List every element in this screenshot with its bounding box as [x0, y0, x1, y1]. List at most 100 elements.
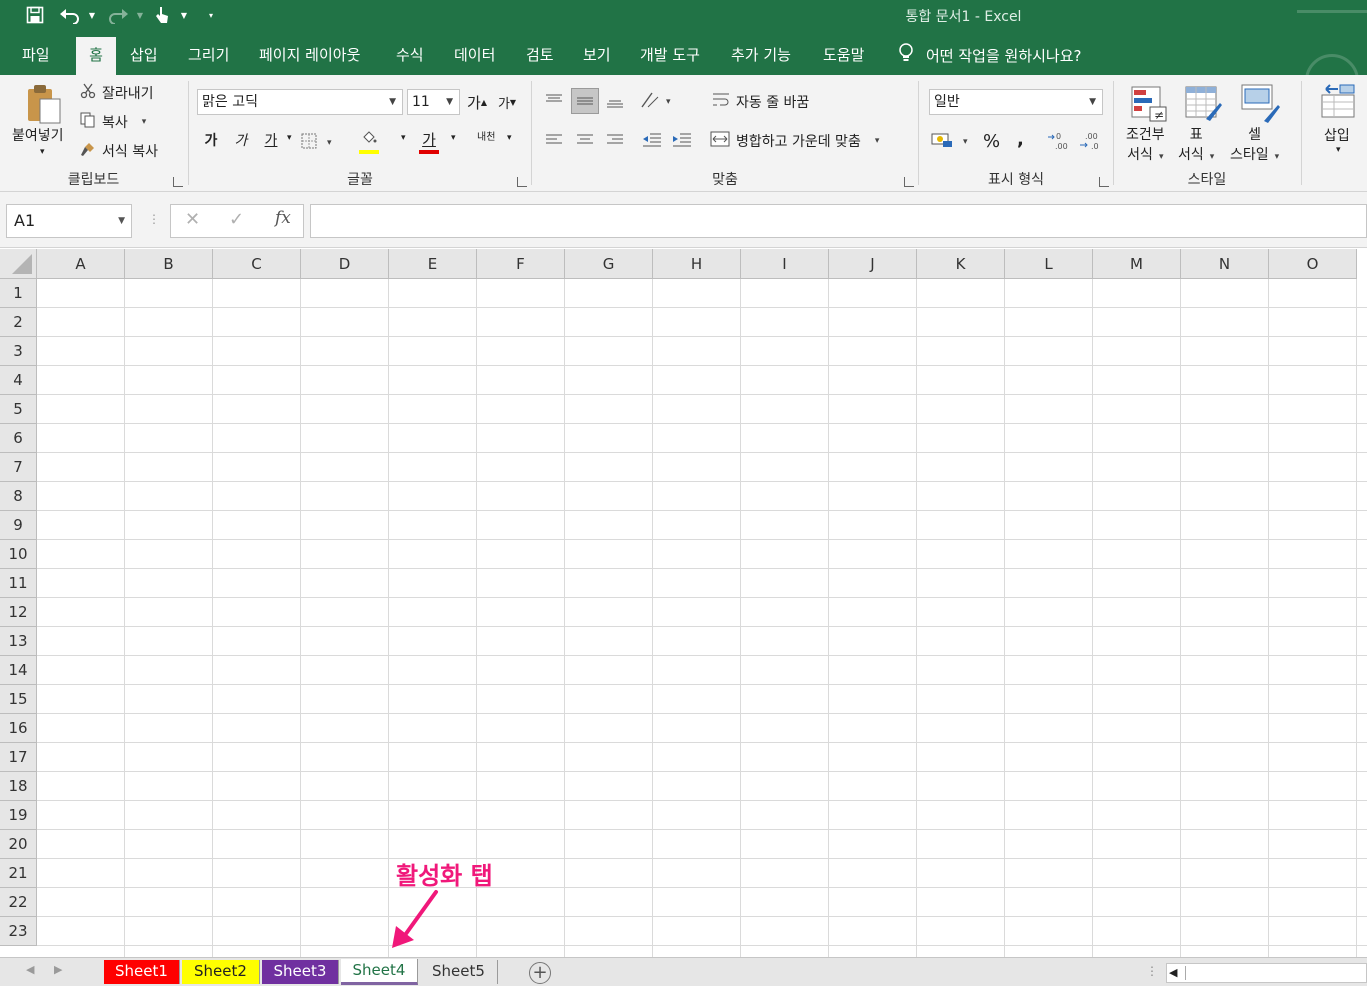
- column-header[interactable]: L: [1005, 249, 1093, 279]
- add-sheet-button[interactable]: +: [529, 962, 551, 984]
- conditional-formatting-button[interactable]: 조건부 서식 ▾: [1126, 125, 1165, 167]
- align-center-icon[interactable]: [571, 127, 599, 153]
- column-header[interactable]: E: [389, 249, 477, 279]
- tell-me-search[interactable]: 어떤 작업을 원하시나요?: [898, 37, 1082, 73]
- row-header[interactable]: 12: [0, 598, 37, 627]
- phonetic-dropdown-icon[interactable]: ▾: [507, 133, 512, 143]
- column-header[interactable]: G: [565, 249, 653, 279]
- tab-split-grip-icon[interactable]: ⋮: [1146, 964, 1158, 978]
- merge-center-button[interactable]: 병합하고 가운데 맞춤 ▾: [710, 130, 879, 152]
- phonetic-guide-button[interactable]: 내천: [477, 133, 495, 143]
- scrollbar-thumb[interactable]: [1185, 966, 1363, 980]
- cell-styles-button[interactable]: 셀 스타일 ▾: [1230, 125, 1279, 167]
- row-header[interactable]: 18: [0, 772, 37, 801]
- formula-bar-splitter[interactable]: ⋮: [148, 212, 160, 226]
- select-all-button[interactable]: [0, 249, 37, 279]
- tab-draw[interactable]: 그리기: [178, 37, 239, 75]
- row-header[interactable]: 2: [0, 308, 37, 337]
- row-header[interactable]: 10: [0, 540, 37, 569]
- increase-indent-icon[interactable]: [668, 127, 696, 153]
- tab-page-layout[interactable]: 페이지 레이아웃: [249, 37, 370, 75]
- row-header[interactable]: 9: [0, 511, 37, 540]
- increase-decimal-icon[interactable]: 0.00: [1047, 131, 1069, 151]
- cut-button[interactable]: 잘라내기: [80, 83, 154, 103]
- row-header[interactable]: 16: [0, 714, 37, 743]
- alignment-launcher-icon[interactable]: [904, 177, 914, 187]
- row-header[interactable]: 8: [0, 482, 37, 511]
- tab-file[interactable]: 파일: [12, 37, 60, 75]
- column-header[interactable]: M: [1093, 249, 1181, 279]
- format-as-table-icon[interactable]: [1184, 85, 1222, 123]
- align-left-icon[interactable]: [540, 127, 568, 153]
- row-header[interactable]: 6: [0, 424, 37, 453]
- tab-view[interactable]: 보기: [573, 37, 621, 75]
- column-header[interactable]: B: [125, 249, 213, 279]
- column-header[interactable]: I: [741, 249, 829, 279]
- row-header[interactable]: 17: [0, 743, 37, 772]
- shrink-font-button[interactable]: 가 ▼: [493, 89, 521, 115]
- bold-button[interactable]: 가: [197, 127, 225, 153]
- column-header[interactable]: N: [1181, 249, 1269, 279]
- insert-dropdown-icon[interactable]: ▾: [1336, 145, 1341, 155]
- comma-style-button[interactable]: ,: [1017, 129, 1024, 150]
- insert-function-button[interactable]: fx: [275, 208, 291, 228]
- align-top-icon[interactable]: [540, 88, 568, 114]
- row-header[interactable]: 13: [0, 627, 37, 656]
- column-header[interactable]: K: [917, 249, 1005, 279]
- align-middle-icon[interactable]: [571, 88, 599, 114]
- paste-icon[interactable]: [24, 83, 62, 125]
- insert-cells-button[interactable]: 삽입: [1324, 125, 1350, 145]
- next-sheet-icon[interactable]: ▶: [54, 963, 62, 976]
- row-header[interactable]: 4: [0, 366, 37, 395]
- borders-button[interactable]: ▾: [301, 133, 332, 153]
- underline-dropdown-icon[interactable]: ▾: [287, 133, 292, 143]
- column-header[interactable]: C: [213, 249, 301, 279]
- conditional-formatting-icon[interactable]: ≠: [1130, 85, 1168, 123]
- formula-input[interactable]: [310, 204, 1367, 238]
- orientation-button[interactable]: ▾: [640, 91, 671, 113]
- sheet-tab-sheet4[interactable]: Sheet4: [341, 959, 418, 985]
- font-name-combobox[interactable]: 맑은 고딕 ▼: [197, 89, 403, 115]
- column-header[interactable]: O: [1269, 249, 1357, 279]
- format-painter-button[interactable]: 서식 복사: [80, 141, 158, 161]
- paste-button[interactable]: 붙여넣기: [12, 125, 64, 145]
- fill-color-dropdown-icon[interactable]: ▾: [401, 133, 406, 143]
- tab-home[interactable]: 홈: [76, 37, 116, 75]
- column-header[interactable]: A: [37, 249, 125, 279]
- tab-data[interactable]: 데이터: [444, 37, 505, 75]
- grow-font-button[interactable]: 가 ▲: [463, 89, 491, 115]
- align-bottom-icon[interactable]: [601, 88, 629, 114]
- cell-area[interactable]: [37, 279, 1367, 957]
- tab-review[interactable]: 검토: [516, 37, 564, 75]
- column-header[interactable]: F: [477, 249, 565, 279]
- column-header[interactable]: J: [829, 249, 917, 279]
- sheet-tab-sheet3[interactable]: Sheet3: [262, 960, 339, 984]
- row-header[interactable]: 21: [0, 859, 37, 888]
- tab-developer[interactable]: 개발 도구: [630, 37, 710, 75]
- underline-button[interactable]: 가: [257, 127, 285, 153]
- align-right-icon[interactable]: [601, 127, 629, 153]
- sheet-tab-sheet2[interactable]: Sheet2: [182, 960, 260, 984]
- fill-color-button[interactable]: [359, 131, 379, 154]
- decrease-indent-icon[interactable]: [638, 127, 666, 153]
- cell-styles-icon[interactable]: [1240, 83, 1280, 123]
- copy-button[interactable]: 복사 ▾: [80, 112, 146, 132]
- column-header[interactable]: D: [301, 249, 389, 279]
- scroll-left-icon[interactable]: ◀: [1169, 966, 1177, 979]
- row-header[interactable]: 22: [0, 888, 37, 917]
- font-color-dropdown-icon[interactable]: ▾: [451, 133, 456, 143]
- row-header[interactable]: 5: [0, 395, 37, 424]
- italic-button[interactable]: 가: [227, 127, 255, 153]
- paste-dropdown-icon[interactable]: ▾: [40, 147, 45, 157]
- enter-check-icon[interactable]: ✓: [229, 209, 244, 230]
- row-header[interactable]: 7: [0, 453, 37, 482]
- insert-cells-icon[interactable]: [1320, 83, 1356, 119]
- accounting-format-button[interactable]: ▾: [931, 131, 968, 153]
- name-box[interactable]: A1 ▼: [6, 204, 132, 238]
- row-header[interactable]: 15: [0, 685, 37, 714]
- row-header[interactable]: 20: [0, 830, 37, 859]
- font-color-button[interactable]: 가: [419, 129, 439, 154]
- row-header[interactable]: 23: [0, 917, 37, 946]
- number-format-combobox[interactable]: 일반 ▼: [929, 89, 1103, 115]
- row-header[interactable]: 1: [0, 279, 37, 308]
